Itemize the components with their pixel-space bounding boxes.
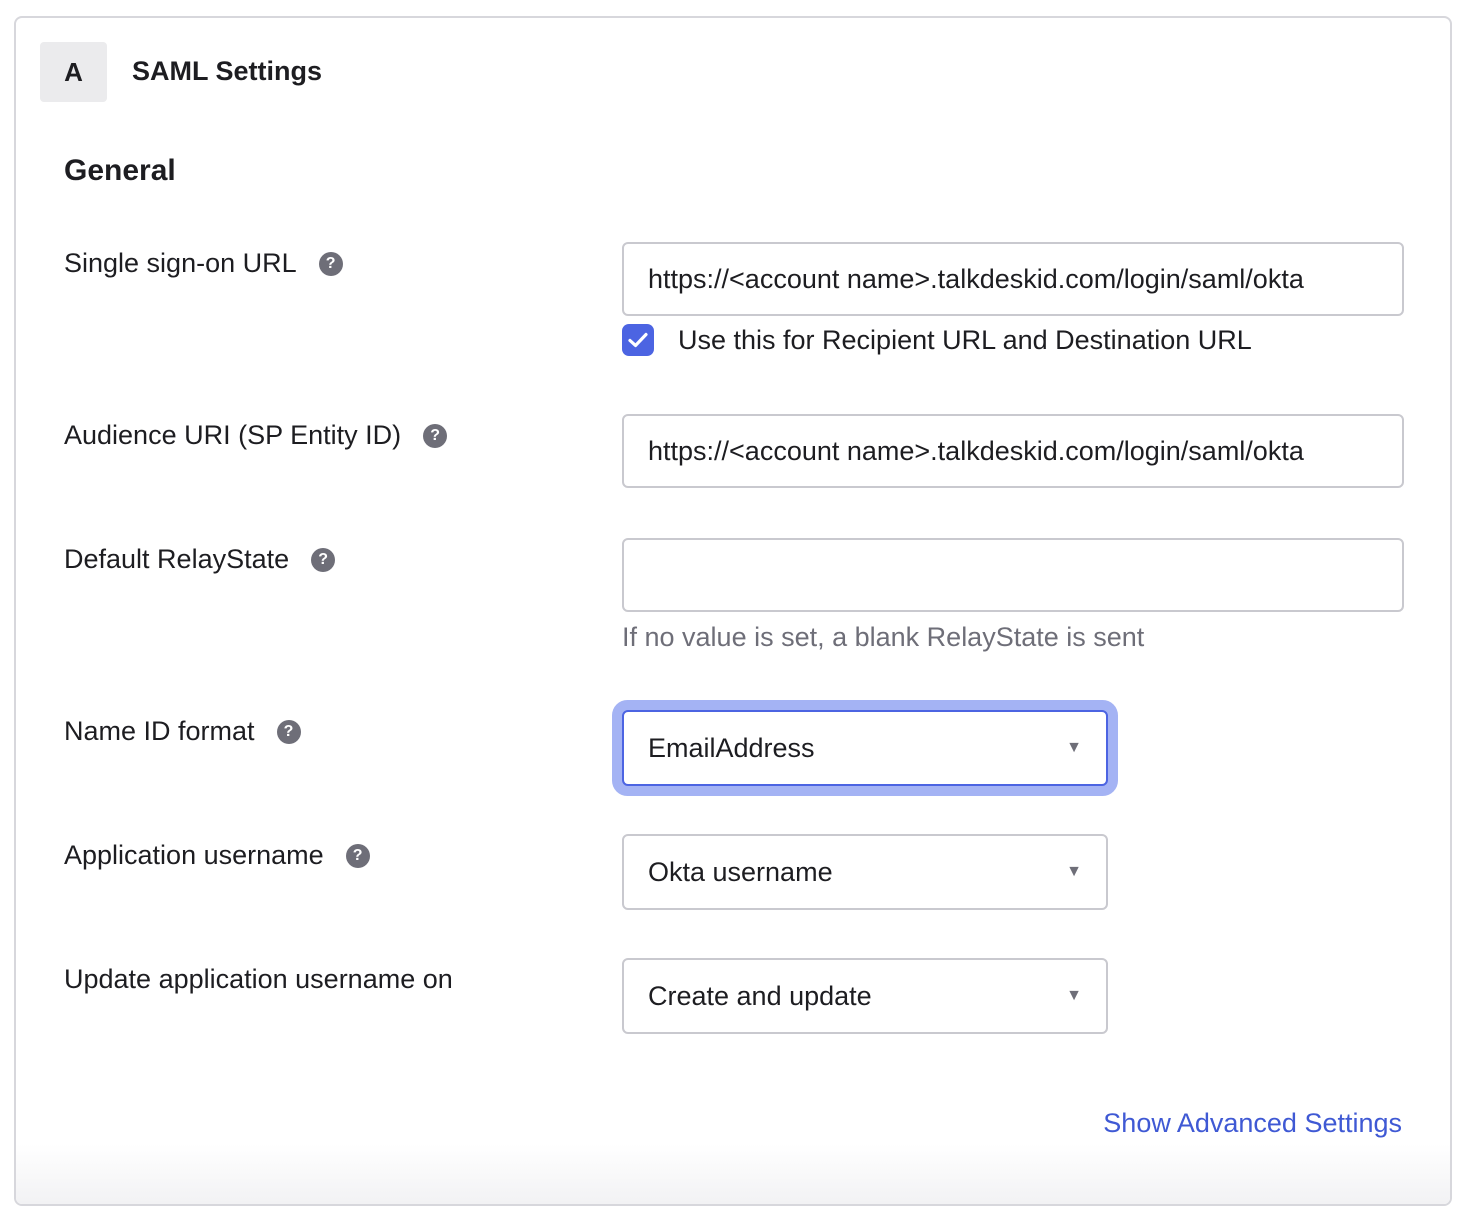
saml-settings-panel: A SAML Settings General Single sign-on U… bbox=[14, 16, 1452, 1206]
recipient-url-checkbox-row[interactable]: Use this for Recipient URL and Destinati… bbox=[622, 324, 1252, 356]
panel-footer-shade bbox=[16, 1144, 1450, 1204]
name-id-format-label-row: Name ID format ? bbox=[64, 716, 301, 747]
relay-state-input[interactable] bbox=[622, 538, 1404, 612]
recipient-url-checkbox-label: Use this for Recipient URL and Destinati… bbox=[678, 324, 1252, 355]
chevron-down-icon: ▼ bbox=[1066, 863, 1082, 880]
update-username-label: Update application username on bbox=[64, 964, 453, 994]
app-username-select[interactable]: Okta username ▼ bbox=[622, 834, 1108, 910]
audience-uri-label: Audience URI (SP Entity ID) bbox=[64, 420, 402, 450]
audience-uri-label-row: Audience URI (SP Entity ID) ? bbox=[64, 420, 448, 451]
audience-uri-input[interactable] bbox=[622, 414, 1404, 488]
sso-url-help-icon[interactable]: ? bbox=[318, 251, 343, 276]
app-username-value: Okta username bbox=[648, 856, 833, 887]
audience-uri-help-icon[interactable]: ? bbox=[423, 423, 448, 448]
step-letter: A bbox=[64, 56, 83, 87]
show-advanced-settings-link[interactable]: Show Advanced Settings bbox=[1103, 1108, 1402, 1139]
checkmark-icon bbox=[628, 332, 648, 348]
recipient-url-checkbox[interactable] bbox=[622, 324, 654, 356]
update-username-value: Create and update bbox=[648, 980, 872, 1011]
name-id-format-label: Name ID format bbox=[64, 716, 255, 746]
sso-url-input[interactable] bbox=[622, 242, 1404, 316]
chevron-down-icon: ▼ bbox=[1066, 739, 1082, 756]
update-username-label-row: Update application username on bbox=[64, 964, 453, 995]
relay-state-label: Default RelayState bbox=[64, 544, 290, 574]
relay-state-help-icon[interactable]: ? bbox=[311, 547, 336, 572]
update-username-select[interactable]: Create and update ▼ bbox=[622, 958, 1108, 1034]
panel-title: SAML Settings bbox=[132, 56, 323, 86]
section-title: General bbox=[64, 154, 176, 187]
name-id-format-select[interactable]: EmailAddress ▼ bbox=[622, 710, 1108, 786]
relay-state-label-row: Default RelayState ? bbox=[64, 544, 336, 575]
chevron-down-icon: ▼ bbox=[1066, 987, 1082, 1004]
sso-url-label: Single sign-on URL bbox=[64, 248, 297, 278]
app-username-label-row: Application username ? bbox=[64, 840, 370, 871]
app-username-help-icon[interactable]: ? bbox=[345, 843, 370, 868]
step-badge: A bbox=[40, 42, 107, 102]
app-username-label: Application username bbox=[64, 840, 324, 870]
name-id-format-help-icon[interactable]: ? bbox=[276, 719, 301, 744]
relay-state-hint: If no value is set, a blank RelayState i… bbox=[622, 622, 1145, 652]
sso-url-label-row: Single sign-on URL ? bbox=[64, 248, 343, 279]
name-id-format-value: EmailAddress bbox=[648, 732, 815, 763]
